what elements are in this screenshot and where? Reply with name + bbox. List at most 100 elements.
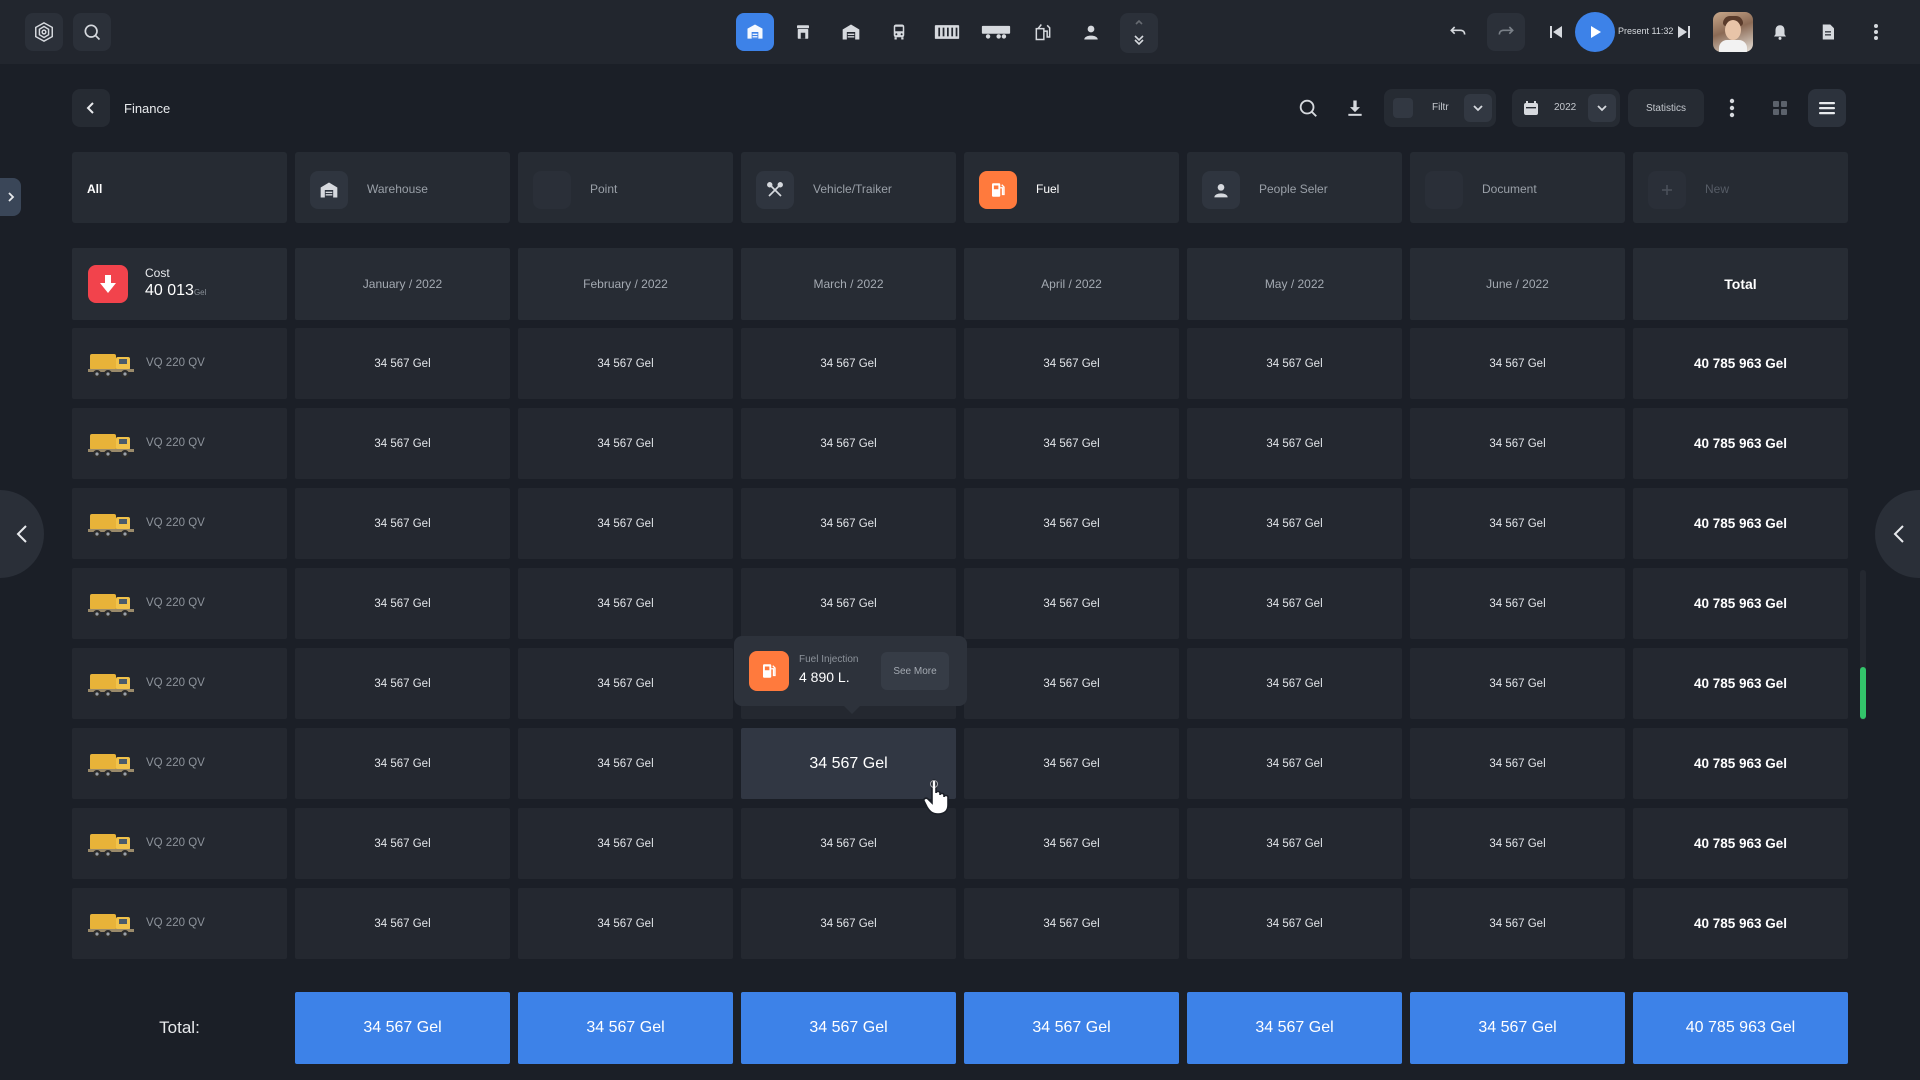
table-row[interactable]: VQ 220 QV [72,808,287,879]
table-row[interactable]: VQ 220 QV [72,728,287,799]
year-dropdown[interactable]: 2022 [1512,89,1620,127]
table-cell[interactable]: 34 567 Gel [295,568,510,639]
search-icon[interactable] [73,13,111,51]
table-cell[interactable]: 34 567 Gel [741,328,956,399]
expand-sidebar-icon[interactable] [0,178,21,216]
table-cell[interactable]: 34 567 Gel [295,328,510,399]
settings-icon[interactable] [25,13,63,51]
store-nav-icon[interactable] [784,13,822,51]
table-cell[interactable]: 34 567 Gel [518,888,733,959]
warehouse-nav-icon[interactable] [736,13,774,51]
tab-fuel[interactable]: Fuel [964,152,1179,223]
table-cell[interactable]: 34 567 Gel [964,728,1179,799]
table-cell[interactable]: 34 567 Gel [1187,728,1402,799]
table-row[interactable]: VQ 220 QV [72,408,287,479]
table-cell[interactable]: 34 567 Gel [1187,888,1402,959]
table-cell[interactable]: 34 567 Gel [295,408,510,479]
table-cell[interactable]: 34 567 Gel [295,888,510,959]
chevron-down-icon[interactable] [1588,94,1616,122]
skip-forward-icon[interactable] [1668,16,1700,48]
table-cell[interactable]: 34 567 Gel [518,408,733,479]
table-cell[interactable]: 34 567 Gel [518,488,733,559]
chevron-left-icon[interactable] [1875,490,1920,578]
table-cell[interactable]: 34 567 Gel [741,488,956,559]
play-icon[interactable] [1575,12,1615,52]
table-cell[interactable]: 34 567 Gel [1410,888,1625,959]
footer-grand-total[interactable]: 40 785 963 Gel [1633,992,1848,1064]
chevron-left-icon[interactable] [0,490,44,578]
table-cell[interactable]: 34 567 Gel [1410,808,1625,879]
table-cell[interactable]: 34 567 Gel [1410,648,1625,719]
table-cell[interactable]: 34 567 Gel [295,728,510,799]
table-cell[interactable]: 34 567 Gel [964,648,1179,719]
table-row[interactable]: VQ 220 QV [72,888,287,959]
table-cell[interactable]: 34 567 Gel [1410,408,1625,479]
skip-back-icon[interactable] [1540,16,1572,48]
table-cell[interactable]: 34 567 Gel [1410,328,1625,399]
list-view-icon[interactable] [1808,89,1846,127]
document-icon[interactable] [1812,16,1844,48]
table-row[interactable]: VQ 220 QV [72,648,287,719]
tab-document[interactable]: Document [1410,152,1625,223]
table-cell[interactable]: 34 567 Gel [964,568,1179,639]
statistics-button[interactable]: Statistics [1628,89,1704,127]
grid-view-icon[interactable] [1761,89,1799,127]
table-cell[interactable]: 34 567 Gel [295,488,510,559]
tab-new[interactable]: New [1633,152,1848,223]
table-cell[interactable]: 34 567 Gel [741,568,956,639]
table-cell[interactable]: 34 567 Gel [964,408,1179,479]
footer-total-cell[interactable]: 34 567 Gel [1410,992,1625,1064]
table-cell[interactable]: 34 567 Gel [964,488,1179,559]
expand-nav-icon[interactable] [1120,13,1158,53]
table-cell[interactable]: 34 567 Gel [1187,808,1402,879]
table-cell[interactable]: 34 567 Gel [1410,728,1625,799]
tab-people-seler[interactable]: People Seler [1187,152,1402,223]
table-cell[interactable]: 34 567 Gel [518,648,733,719]
table-cell[interactable]: 34 567 Gel [741,888,956,959]
table-cell[interactable]: 34 567 Gel [518,568,733,639]
table-cell[interactable]: 34 567 Gel [518,328,733,399]
table-cell[interactable]: 34 567 Gel [295,648,510,719]
footer-total-cell[interactable]: 34 567 Gel [295,992,510,1064]
redo-icon[interactable] [1487,13,1525,51]
table-cell[interactable]: 34 567 Gel [1410,488,1625,559]
back-button[interactable] [72,89,110,127]
fuel-station-nav-icon[interactable] [1024,13,1062,51]
bus-nav-icon[interactable] [880,13,918,51]
table-cell[interactable]: 34 567 Gel [1410,568,1625,639]
footer-total-cell[interactable]: 34 567 Gel [964,992,1179,1064]
table-row[interactable]: VQ 220 QV [72,328,287,399]
table-cell[interactable]: 34 567 Gel [1187,408,1402,479]
bell-icon[interactable] [1764,16,1796,48]
table-row[interactable]: VQ 220 QV [72,568,287,639]
filter-dropdown[interactable]: Filtr [1384,89,1496,127]
tab-warehouse[interactable]: Warehouse [295,152,510,223]
table-cell[interactable]: 34 567 Gel [1187,488,1402,559]
table-cell[interactable]: 34 567 Gel [741,808,956,879]
tab-vehicle-trailer[interactable]: Vehicle/Traiker [741,152,956,223]
table-cell[interactable]: 34 567 Gel [964,888,1179,959]
trailer-nav-icon[interactable] [977,13,1015,51]
container-nav-icon[interactable] [928,13,966,51]
chevron-down-icon[interactable] [1464,94,1492,122]
footer-total-cell[interactable]: 34 567 Gel [518,992,733,1064]
table-cell[interactable]: 34 567 Gel [518,728,733,799]
table-cell[interactable]: 34 567 Gel [741,408,956,479]
garage-nav-icon[interactable] [832,13,870,51]
scrollbar-thumb[interactable] [1860,667,1866,719]
table-cell[interactable]: 34 567 Gel [964,328,1179,399]
footer-total-cell[interactable]: 34 567 Gel [1187,992,1402,1064]
search-icon[interactable] [1289,89,1327,127]
table-cell[interactable]: 34 567 Gel [518,808,733,879]
more-vertical-icon[interactable] [1713,89,1751,127]
more-vertical-icon[interactable] [1860,16,1892,48]
table-row[interactable]: VQ 220 QV [72,488,287,559]
table-cell[interactable]: 34 567 Gel [1187,328,1402,399]
table-cell[interactable]: 34 567 Gel [964,808,1179,879]
footer-total-cell[interactable]: 34 567 Gel [741,992,956,1064]
table-cell[interactable]: 34 567 Gel [1187,568,1402,639]
user-nav-icon[interactable] [1072,13,1110,51]
avatar[interactable] [1713,12,1753,52]
download-icon[interactable] [1336,89,1374,127]
table-cell[interactable]: 34 567 Gel [1187,648,1402,719]
